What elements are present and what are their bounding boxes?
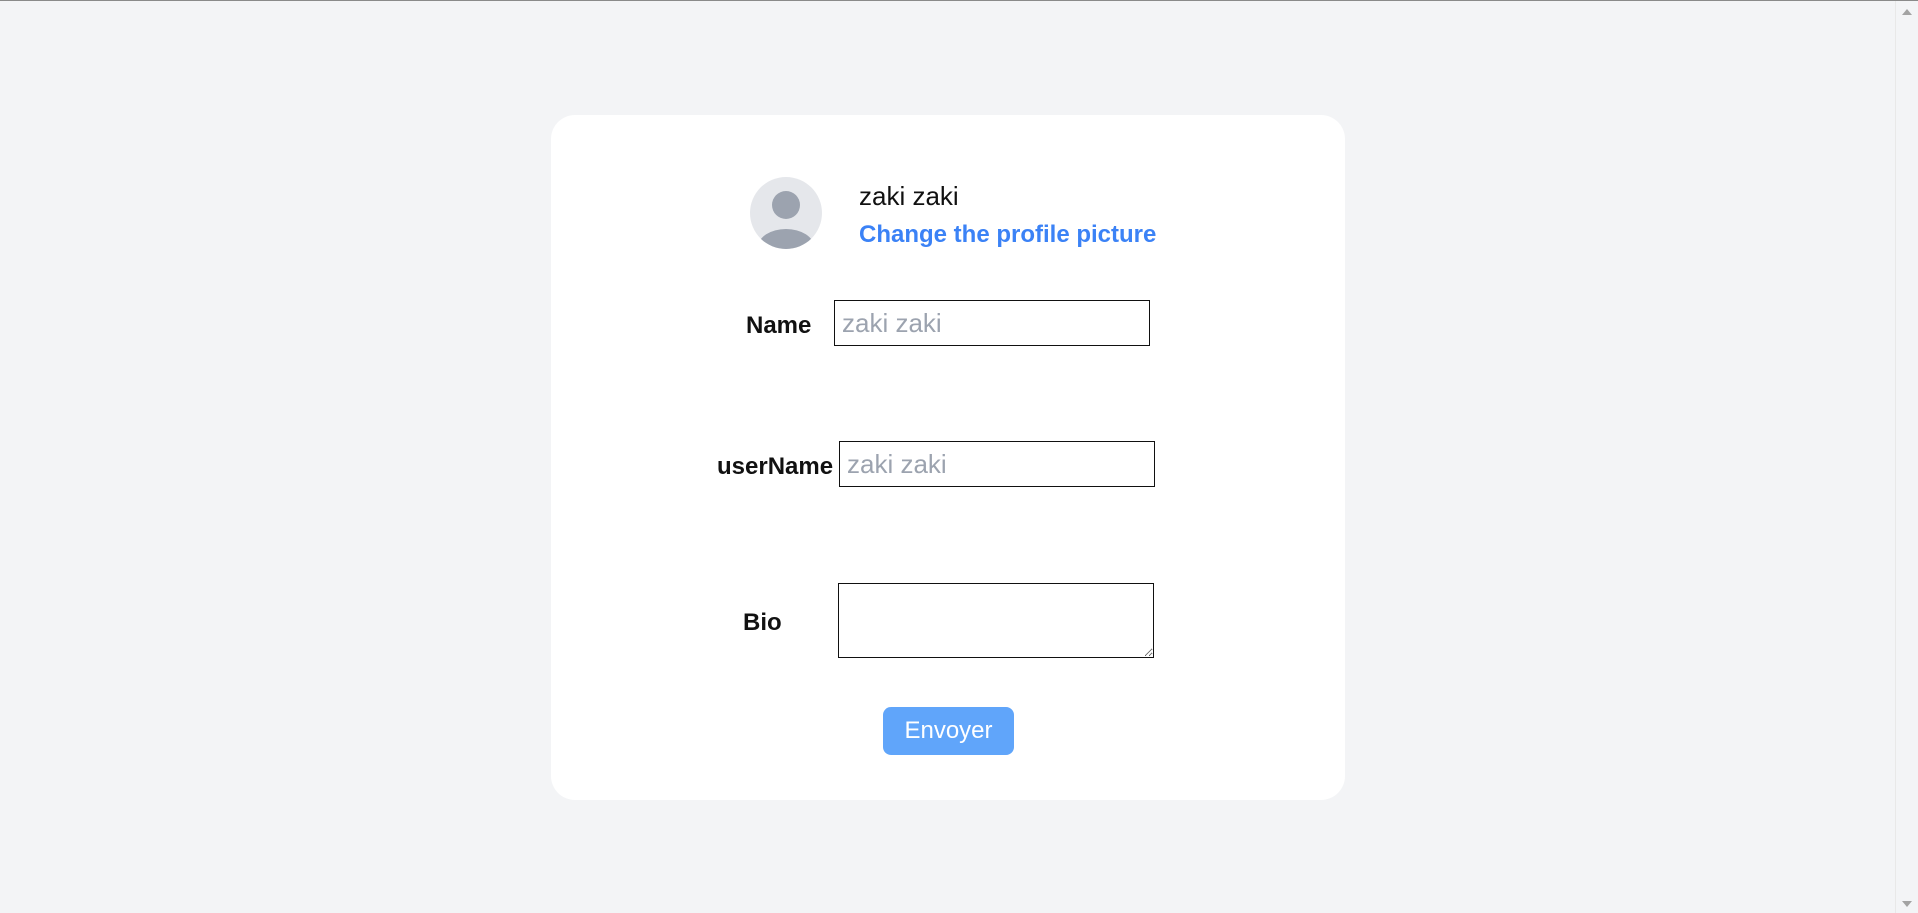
profile-display-name: zaki zaki	[859, 181, 959, 211]
window-top-border	[0, 0, 1918, 1]
user-silhouette-icon	[758, 191, 814, 249]
name-input[interactable]	[834, 300, 1150, 346]
username-input[interactable]	[839, 441, 1155, 487]
avatar[interactable]	[750, 177, 822, 249]
profile-edit-card: zaki zaki Change the profile picture Nam…	[551, 115, 1345, 800]
bio-label: Bio	[743, 609, 782, 636]
name-label: Name	[746, 312, 812, 339]
vertical-scrollbar[interactable]	[1895, 1, 1918, 913]
submit-button[interactable]: Envoyer	[883, 707, 1014, 755]
scroll-down-arrow-icon[interactable]	[1902, 901, 1912, 907]
bio-textarea[interactable]	[838, 583, 1154, 658]
username-label: userName	[717, 453, 834, 480]
scroll-up-arrow-icon[interactable]	[1902, 9, 1912, 15]
change-profile-picture-link[interactable]: Change the profile picture	[859, 221, 1156, 249]
